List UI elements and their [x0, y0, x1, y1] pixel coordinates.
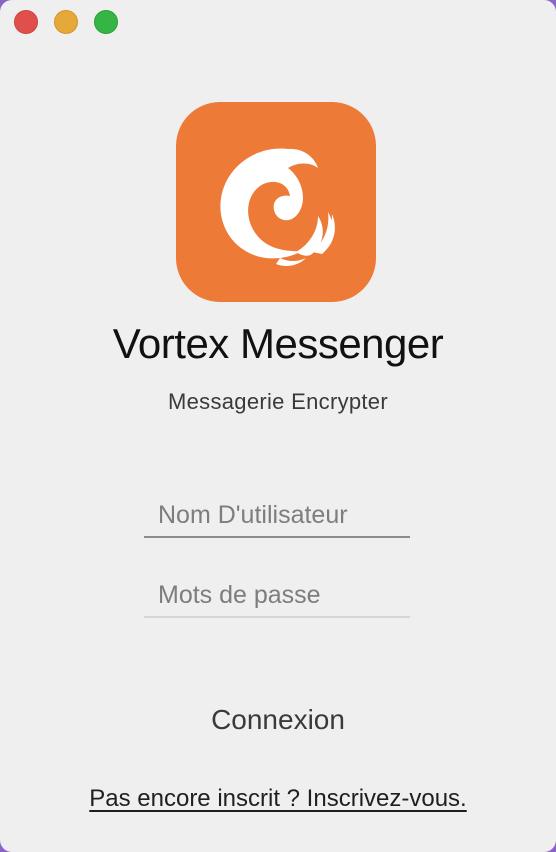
signup-link[interactable]: Pas encore inscrit ? Inscrivez-vous.: [0, 785, 556, 813]
window-minimize-button[interactable]: [54, 10, 78, 34]
username-input[interactable]: [144, 494, 410, 538]
app-subtitle: Messagerie Encrypter: [168, 389, 388, 414]
window-zoom-button[interactable]: [94, 10, 118, 34]
vortex-logo-icon: [176, 102, 376, 302]
window-close-button[interactable]: [14, 10, 38, 34]
vortex-swirl-icon: [220, 148, 335, 266]
login-window: Vortex Messenger Messagerie Encrypter Co…: [0, 0, 556, 852]
password-input[interactable]: [144, 574, 410, 618]
login-button[interactable]: Connexion: [178, 698, 378, 742]
app-title: Vortex Messenger: [112, 320, 444, 367]
